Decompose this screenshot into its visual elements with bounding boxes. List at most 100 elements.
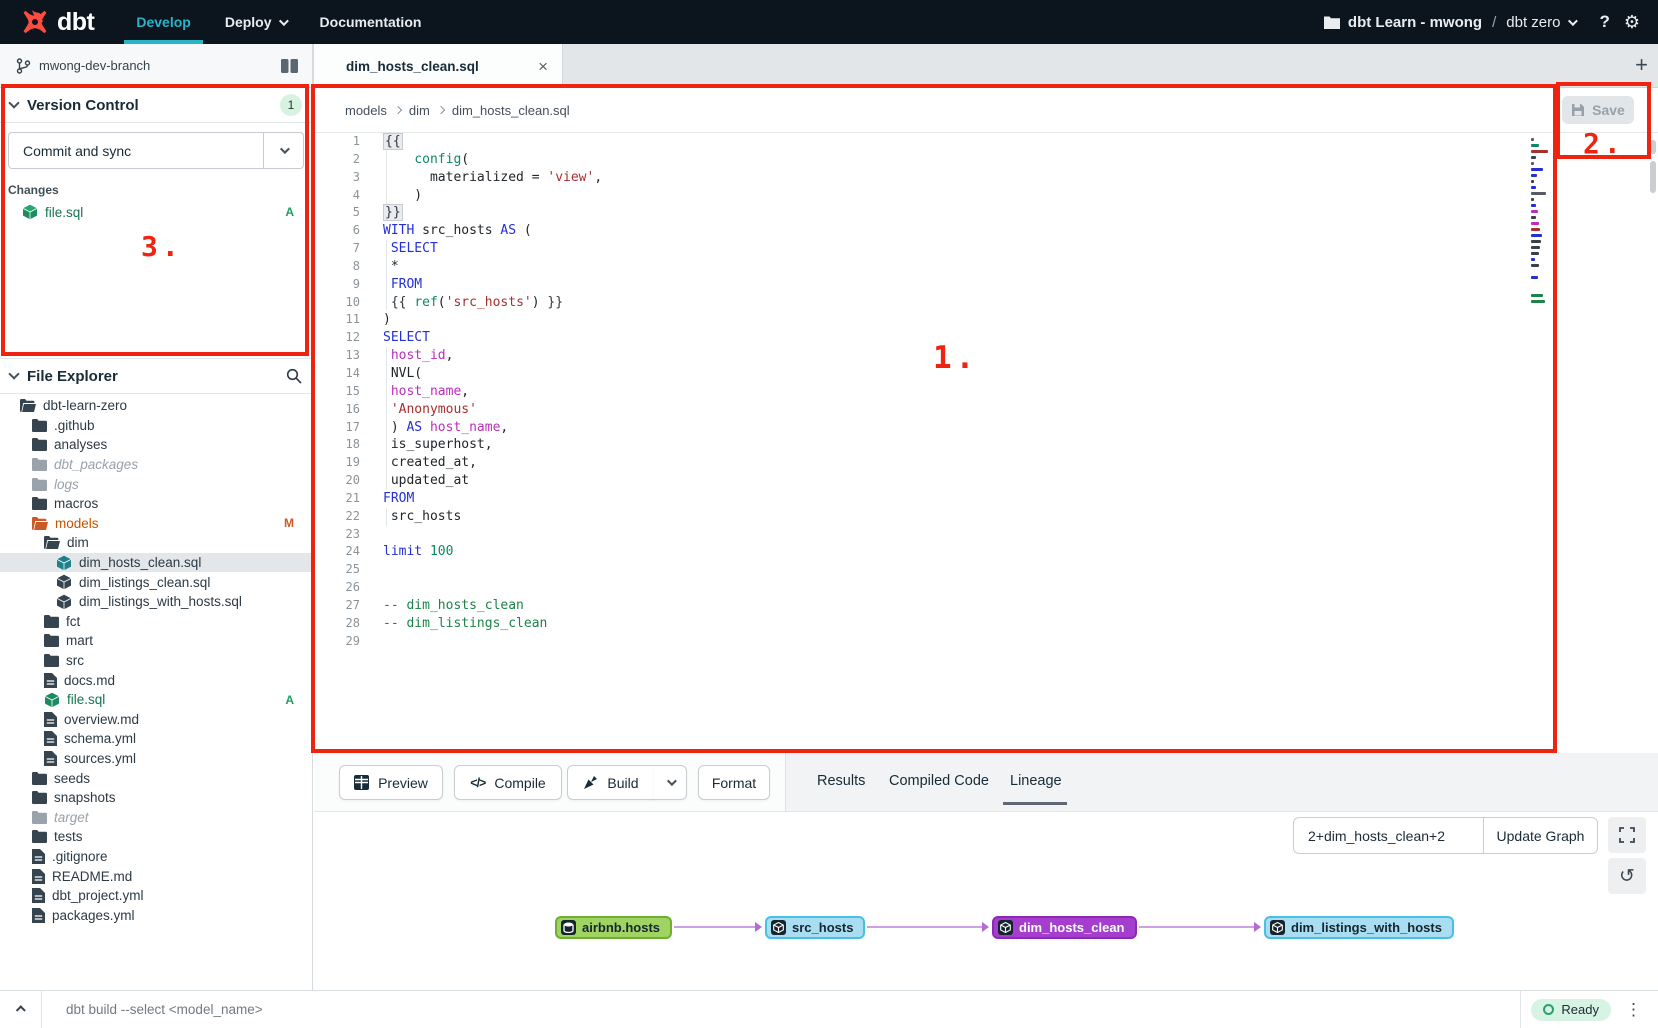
- code-editor[interactable]: 1{{2 config(3 materialized = 'view',4 )5…: [314, 133, 1658, 753]
- code-line-13[interactable]: 13 host_id,: [314, 347, 1658, 365]
- version-control-header[interactable]: Version Control 1: [0, 88, 312, 122]
- code-line-20[interactable]: 20 updated_at: [314, 472, 1658, 490]
- code-line-1[interactable]: 1{{: [314, 133, 1658, 151]
- code-line-28[interactable]: 28-- dim_listings_clean: [314, 615, 1658, 633]
- code-line-29[interactable]: 29: [314, 633, 1658, 651]
- code-line-8[interactable]: 8 *: [314, 258, 1658, 276]
- tree-item-fct[interactable]: fct: [0, 612, 312, 632]
- tree-item-snapshots[interactable]: snapshots: [0, 788, 312, 808]
- tree-item-target[interactable]: target: [0, 807, 312, 827]
- code-line-23[interactable]: 23: [314, 526, 1658, 544]
- preview-button[interactable]: Preview: [339, 765, 443, 800]
- tree-item-dim-listings-with-hosts-sql[interactable]: dim_listings_with_hosts.sql: [0, 592, 312, 612]
- fullscreen-icon[interactable]: [1608, 817, 1646, 853]
- tree-item-readme-md[interactable]: README.md: [0, 866, 312, 886]
- tree-item-mart[interactable]: mart: [0, 631, 312, 651]
- tree-item-dim-listings-clean-sql[interactable]: dim_listings_clean.sql: [0, 572, 312, 592]
- code-line-25[interactable]: 25: [314, 561, 1658, 579]
- chevron-up-icon[interactable]: [16, 1005, 26, 1015]
- code-line-18[interactable]: 18 is_superhost,: [314, 436, 1658, 454]
- split-view-icon[interactable]: [281, 59, 298, 73]
- code-line-11[interactable]: 11): [314, 311, 1658, 329]
- tree-item--gitignore[interactable]: .gitignore: [0, 847, 312, 867]
- tree-item--github[interactable]: .github: [0, 416, 312, 436]
- branch-name[interactable]: mwong-dev-branch: [39, 58, 150, 73]
- code-line-9[interactable]: 9 FROM: [314, 276, 1658, 294]
- build-button[interactable]: Build: [567, 765, 655, 800]
- format-button[interactable]: Format: [698, 765, 770, 800]
- editor-scrollbar[interactable]: [1650, 161, 1656, 193]
- tree-item-analyses[interactable]: analyses: [0, 435, 312, 455]
- reset-view-icon[interactable]: ↺: [1608, 858, 1646, 894]
- tree-item-logs[interactable]: logs: [0, 474, 312, 494]
- tree-item-dbt-learn-zero[interactable]: dbt-learn-zero: [0, 396, 312, 416]
- close-icon[interactable]: ×: [538, 58, 548, 75]
- code-line-22[interactable]: 22 src_hosts: [314, 508, 1658, 526]
- tree-item-src[interactable]: src: [0, 651, 312, 671]
- commit-options-dropdown[interactable]: [263, 133, 303, 168]
- tab-results[interactable]: Results: [817, 773, 865, 789]
- tree-item-dim[interactable]: dim: [0, 533, 312, 553]
- code-line-15[interactable]: 15 host_name,: [314, 383, 1658, 401]
- code-line-16[interactable]: 16 'Anonymous': [314, 401, 1658, 419]
- code-line-19[interactable]: 19 created_at,: [314, 454, 1658, 472]
- menu-deploy[interactable]: Deploy: [225, 0, 286, 44]
- tree-item-docs-md[interactable]: docs.md: [0, 670, 312, 690]
- code-line-4[interactable]: 4 ): [314, 187, 1658, 205]
- code-line-3[interactable]: 3 materialized = 'view',: [314, 169, 1658, 187]
- menu-develop[interactable]: Develop: [136, 0, 190, 44]
- gear-icon[interactable]: ⚙: [1624, 12, 1640, 33]
- dbt-logo[interactable]: dbt: [20, 7, 94, 37]
- tree-item-sources-yml[interactable]: sources.yml: [0, 749, 312, 769]
- new-tab-button[interactable]: +: [1635, 54, 1648, 76]
- tree-item-dbt-project-yml[interactable]: dbt_project.yml: [0, 886, 312, 906]
- code-line-12[interactable]: 12SELECT: [314, 329, 1658, 347]
- code-line-10[interactable]: 10 {{ ref('src_hosts') }}: [314, 294, 1658, 312]
- code-line-6[interactable]: 6WITH src_hosts AS (: [314, 222, 1658, 240]
- build-options-dropdown[interactable]: [654, 765, 687, 800]
- tree-item-dim-hosts-clean-sql[interactable]: dim_hosts_clean.sql: [0, 553, 312, 573]
- breadcrumb-file[interactable]: dim_hosts_clean.sql: [452, 103, 570, 118]
- lineage-selector-input[interactable]: [1293, 817, 1483, 854]
- tree-item-packages-yml[interactable]: packages.yml: [0, 905, 312, 925]
- tab-dim-hosts-clean[interactable]: dim_hosts_clean.sql ×: [313, 44, 563, 88]
- search-icon[interactable]: [286, 368, 302, 384]
- help-icon[interactable]: ?: [1599, 12, 1609, 32]
- tree-item-macros[interactable]: macros: [0, 494, 312, 514]
- code-line-24[interactable]: 24limit 100: [314, 543, 1658, 561]
- tree-item-schema-yml[interactable]: schema.yml: [0, 729, 312, 749]
- changed-file-row[interactable]: file.sql A: [0, 201, 312, 223]
- lineage-node-dim-hosts-clean[interactable]: dim_hosts_clean: [992, 916, 1137, 939]
- tree-item-seeds[interactable]: seeds: [0, 768, 312, 788]
- project-switcher[interactable]: dbt Learn - mwong / dbt zero: [1324, 14, 1576, 31]
- update-graph-button[interactable]: Update Graph: [1483, 817, 1598, 854]
- tab-lineage[interactable]: Lineage: [1010, 773, 1062, 789]
- breadcrumb-models[interactable]: models: [345, 103, 387, 118]
- tab-compiled-code[interactable]: Compiled Code: [889, 773, 989, 789]
- lineage-node-airbnb-hosts[interactable]: airbnb.hosts: [555, 916, 672, 939]
- code-line-27[interactable]: 27-- dim_hosts_clean: [314, 597, 1658, 615]
- tree-item-models[interactable]: modelsM: [0, 514, 312, 534]
- tree-item-dbt-packages[interactable]: dbt_packages: [0, 455, 312, 475]
- code-line-17[interactable]: 17 ) AS host_name,: [314, 419, 1658, 437]
- code-line-2[interactable]: 2 config(: [314, 151, 1658, 169]
- tree-item-tests[interactable]: tests: [0, 827, 312, 847]
- kebab-menu-icon[interactable]: ⋮: [1625, 1000, 1642, 1020]
- lineage-node-dim-listings-with-hosts[interactable]: dim_listings_with_hosts: [1264, 916, 1454, 939]
- breadcrumb-dim[interactable]: dim: [409, 103, 430, 118]
- code-line-14[interactable]: 14 NVL(: [314, 365, 1658, 383]
- code-line-26[interactable]: 26: [314, 579, 1658, 597]
- code-line-7[interactable]: 7 SELECT: [314, 240, 1658, 258]
- dbt-command-input[interactable]: [66, 1002, 1520, 1017]
- editor-scrollbar[interactable]: [1650, 140, 1656, 154]
- commit-and-sync-button[interactable]: Commit and sync: [8, 132, 304, 169]
- tree-item-file-sql[interactable]: file.sqlA: [0, 690, 312, 710]
- lineage-node-src-hosts[interactable]: src_hosts: [765, 916, 865, 939]
- compile-button[interactable]: </> Compile: [454, 765, 562, 800]
- save-button[interactable]: Save: [1562, 96, 1634, 124]
- code-line-21[interactable]: 21FROM: [314, 490, 1658, 508]
- file-explorer-toggle[interactable]: File Explorer: [0, 359, 312, 393]
- tree-item-overview-md[interactable]: overview.md: [0, 710, 312, 730]
- menu-documentation[interactable]: Documentation: [320, 0, 422, 44]
- code-line-5[interactable]: 5}}: [314, 204, 1658, 222]
